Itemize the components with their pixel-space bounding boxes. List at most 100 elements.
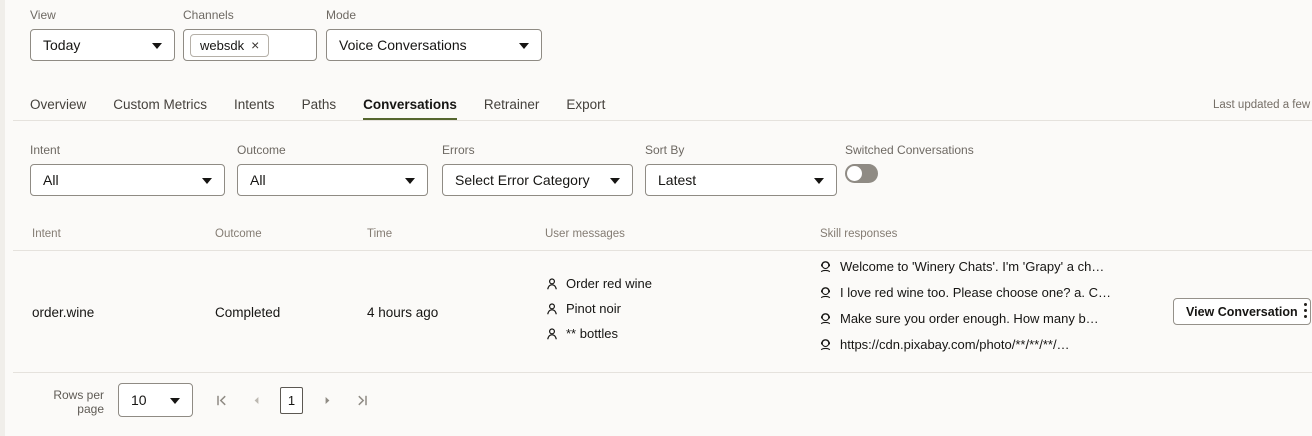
person-icon	[547, 277, 557, 289]
channels-filter: Channels websdk ×	[183, 8, 317, 61]
rows-per-page-value: 10	[131, 392, 147, 408]
skill-response-text: https://cdn.pixabay.com/photo/**/**/**/…	[840, 337, 1070, 352]
person-icon	[547, 327, 557, 339]
column-header-intent: Intent	[32, 228, 61, 240]
tab-export[interactable]: Export	[566, 97, 605, 121]
sort-by-label: Sort By	[645, 143, 685, 157]
user-message: Pinot noir	[545, 301, 652, 316]
cell-outcome: Completed	[215, 305, 281, 320]
errors-filter: Errors Select Error Category	[442, 143, 633, 196]
next-page-icon[interactable]	[316, 386, 338, 414]
switched-conversations-toggle[interactable]	[845, 164, 878, 183]
tab-custom-metrics[interactable]: Custom Metrics	[113, 97, 207, 121]
column-header-time: Time	[367, 228, 393, 240]
intent-filter: Intent All	[30, 143, 225, 196]
mode-select-value: Voice Conversations	[339, 37, 467, 53]
cell-time: 4 hours ago	[367, 305, 439, 320]
tab-intents[interactable]: Intents	[234, 97, 275, 121]
header-divider	[13, 250, 1312, 251]
tab-conversations[interactable]: Conversations	[363, 97, 457, 121]
previous-page-icon[interactable]	[245, 386, 267, 414]
sort-by-select[interactable]: Latest	[645, 164, 837, 196]
user-message: Order red wine	[545, 276, 652, 291]
agent-headset-icon	[820, 287, 831, 299]
view-label: View	[30, 8, 56, 22]
last-updated-text: Last updated a few s	[1213, 99, 1312, 111]
caret-down-icon	[152, 43, 162, 49]
outcome-filter: Outcome All	[237, 143, 428, 196]
caret-down-icon	[814, 178, 824, 184]
channel-chip-label: websdk	[200, 37, 245, 53]
rows-per-page-label: Rows per page	[52, 388, 104, 416]
column-header-user-messages: User messages	[545, 228, 625, 240]
channels-input[interactable]: websdk ×	[183, 29, 317, 61]
channel-chip-websdk[interactable]: websdk ×	[190, 33, 270, 57]
agent-headset-icon	[820, 339, 831, 351]
first-page-icon[interactable]	[210, 386, 232, 414]
column-header-skill-responses: Skill responses	[820, 228, 898, 240]
user-message-text: ** bottles	[566, 326, 619, 341]
errors-label: Errors	[442, 143, 475, 157]
rows-per-page-field: 10	[118, 383, 193, 417]
caret-down-icon	[405, 178, 415, 184]
channels-label: Channels	[183, 8, 234, 22]
conversations-insights-page: View Today Channels websdk × Mode Voice …	[0, 0, 1312, 436]
view-select[interactable]: Today	[30, 29, 175, 61]
view-conversation-button[interactable]: View Conversation	[1173, 298, 1311, 325]
tabs-divider	[13, 120, 1312, 121]
tab-retrainer[interactable]: Retrainer	[484, 97, 540, 121]
column-header-outcome: Outcome	[215, 228, 262, 240]
tab-paths[interactable]: Paths	[302, 97, 337, 121]
skill-response-text: Make sure you order enough. How many b…	[840, 311, 1099, 326]
sort-by-filter: Sort By Latest	[645, 143, 837, 196]
kebab-menu-icon[interactable]	[1304, 303, 1307, 318]
toggle-knob	[847, 166, 862, 181]
user-messages-list: Order red wine Pinot noir ** bottles	[545, 276, 652, 341]
row-divider	[13, 372, 1312, 373]
pagination-controls: 1	[210, 386, 373, 414]
switched-conversations-filter: Switched Conversations	[845, 143, 974, 183]
mode-filter: Mode Voice Conversations	[326, 8, 542, 61]
switched-conversations-label: Switched Conversations	[845, 143, 974, 157]
skill-response: I love red wine too. Please choose one? …	[818, 285, 1111, 300]
user-message: ** bottles	[545, 326, 652, 341]
rows-per-page-label-line1: Rows per	[53, 388, 104, 402]
intent-select[interactable]: All	[30, 164, 225, 196]
tab-overview[interactable]: Overview	[30, 97, 86, 121]
errors-select[interactable]: Select Error Category	[442, 164, 633, 196]
rows-per-page-label-line2: page	[77, 402, 104, 416]
view-select-value: Today	[43, 37, 81, 53]
skill-response: https://cdn.pixabay.com/photo/**/**/**/…	[818, 337, 1111, 352]
outcome-select[interactable]: All	[237, 164, 428, 196]
left-edge-strip	[0, 0, 5, 436]
intent-label: Intent	[30, 143, 61, 157]
last-page-icon[interactable]	[351, 386, 373, 414]
chip-remove-icon[interactable]: ×	[251, 38, 259, 52]
errors-select-value: Select Error Category	[455, 172, 590, 188]
user-message-text: Order red wine	[566, 276, 652, 291]
intent-select-value: All	[43, 172, 59, 188]
view-filter: View Today	[30, 8, 175, 61]
mode-label: Mode	[326, 8, 357, 22]
agent-headset-icon	[820, 313, 831, 325]
agent-headset-icon	[820, 261, 831, 273]
skill-response-text: I love red wine too. Please choose one? …	[840, 285, 1111, 300]
rows-per-page-select[interactable]: 10	[118, 383, 193, 417]
outcome-select-value: All	[250, 172, 266, 188]
skill-responses-list: Welcome to 'Winery Chats'. I'm 'Grapy' a…	[818, 259, 1111, 352]
tab-bar: Overview Custom Metrics Intents Paths Co…	[30, 97, 605, 121]
skill-response: Make sure you order enough. How many b…	[818, 311, 1111, 326]
skill-response-text: Welcome to 'Winery Chats'. I'm 'Grapy' a…	[840, 259, 1105, 274]
user-message-text: Pinot noir	[566, 301, 621, 316]
mode-select[interactable]: Voice Conversations	[326, 29, 542, 61]
page-number-box[interactable]: 1	[280, 386, 303, 414]
caret-down-icon	[170, 398, 180, 404]
sort-by-select-value: Latest	[658, 172, 697, 188]
caret-down-icon	[610, 178, 620, 184]
outcome-label: Outcome	[237, 143, 286, 157]
caret-down-icon	[202, 178, 212, 184]
caret-down-icon	[519, 43, 529, 49]
cell-intent: order.wine	[32, 305, 95, 320]
person-icon	[547, 302, 557, 314]
skill-response: Welcome to 'Winery Chats'. I'm 'Grapy' a…	[818, 259, 1111, 274]
